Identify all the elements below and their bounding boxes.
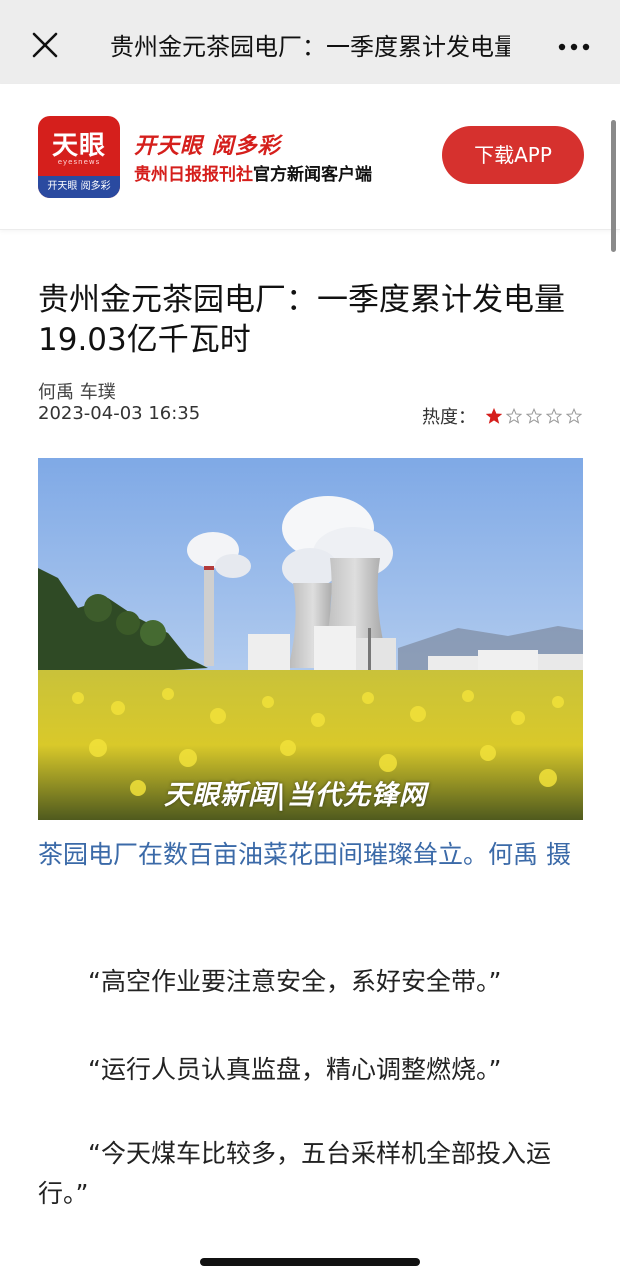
star-empty-icon: [506, 408, 522, 424]
home-indicator[interactable]: [200, 1258, 420, 1266]
scrollbar[interactable]: [611, 120, 616, 252]
article-authors: 何禹 车璞: [38, 382, 116, 403]
nav-bar: 贵州金元茶园电厂：一季度累计发电量19.03亿千瓦时: [0, 0, 620, 84]
article-date: 2023-04-03 16:35: [38, 403, 201, 424]
photo-caption: 茶园电厂在数百亩油菜花田间璀璨耸立。何禹 摄: [38, 840, 571, 869]
download-app-button[interactable]: 下载APP: [442, 126, 584, 184]
star-empty-icon: [566, 408, 582, 424]
article-paragraph: “今天煤车比较多，五台采样机全部投入运行。”: [38, 1139, 551, 1208]
logo-subtext: eyesnews: [57, 158, 101, 166]
power-plant-image: [38, 458, 583, 820]
banner-subtitle: 贵州日报报刊社官方新闻客户端: [134, 160, 372, 185]
more-options-icon[interactable]: [554, 30, 594, 64]
banner-slogan: 开天眼 阅多彩: [134, 134, 281, 159]
heat-stars: [482, 408, 582, 424]
close-icon[interactable]: [28, 28, 62, 62]
app-banner: 天眼 eyesnews 开天眼 阅多彩 开天眼 阅多彩 贵州日报报刊社官方新闻客…: [0, 84, 620, 230]
banner-subtitle-org: 贵州日报报刊社: [134, 165, 253, 185]
logo-text: 天眼: [51, 131, 106, 161]
article-photo[interactable]: 天眼新闻|当代先锋网: [38, 458, 583, 820]
article-paragraph: “高空作业要注意安全，系好安全带。”: [88, 967, 502, 996]
article-headline: 贵州金元茶园电厂：一季度累计发电量19.03亿千瓦时: [38, 282, 565, 358]
star-filled-icon: [486, 408, 502, 424]
nav-title: 贵州金元茶园电厂：一季度累计发电量19.03亿千瓦时: [110, 33, 510, 61]
star-empty-icon: [546, 408, 562, 424]
heat-label: 热度：: [422, 407, 476, 428]
logo-strip: 开天眼 阅多彩: [38, 176, 120, 198]
banner-subtitle-desc: 官方新闻客户端: [253, 165, 372, 185]
heat-rating: 热度：: [422, 403, 582, 429]
app-logo: 天眼 eyesnews 开天眼 阅多彩: [38, 116, 120, 198]
article-paragraph: “运行人员认真监盘，精心调整燃烧。”: [88, 1055, 502, 1084]
star-empty-icon: [526, 408, 542, 424]
photo-watermark: 天眼新闻|当代先锋网: [164, 780, 427, 811]
